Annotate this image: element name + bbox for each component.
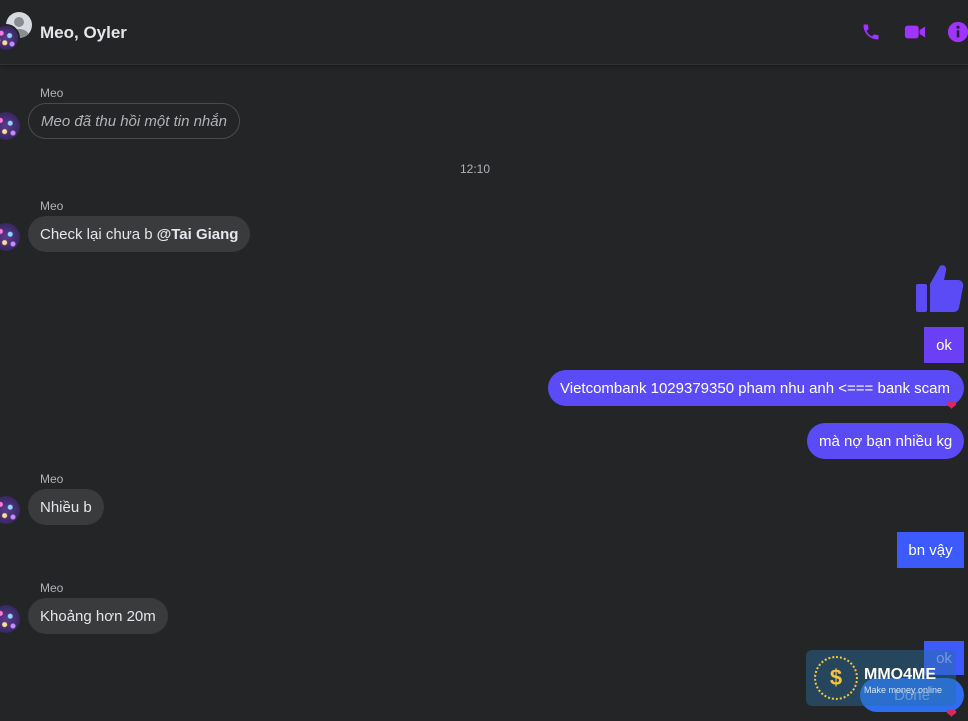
- group-avatar[interactable]: [0, 10, 34, 54]
- outgoing-message-bubble[interactable]: bn vậy: [897, 532, 964, 568]
- outgoing-message-bubble[interactable]: Vietcombank 1029379350 pham nhu anh <===…: [548, 370, 964, 406]
- incoming-message-bubble[interactable]: Khoảng hơn 20m: [28, 598, 168, 634]
- message-text: Check lại chưa b: [40, 225, 153, 243]
- conversation-title[interactable]: Meo, Oyler: [40, 23, 127, 43]
- sender-name: Meo: [40, 472, 64, 486]
- heart-reaction-icon[interactable]: ❤: [946, 707, 960, 721]
- phone-call-icon[interactable]: [859, 20, 883, 44]
- sender-name: Meo: [40, 86, 64, 100]
- sender-avatar[interactable]: [0, 112, 20, 140]
- incoming-message-bubble[interactable]: Check lại chưa b @Tai Giang: [28, 216, 251, 252]
- mention-tag[interactable]: @Tai Giang: [157, 226, 239, 243]
- chat-header: Meo, Oyler: [0, 0, 968, 65]
- sender-name: Meo: [40, 199, 64, 213]
- dollar-logo-icon: $: [814, 656, 858, 700]
- sender-name: Meo: [40, 581, 64, 595]
- heart-reaction-icon[interactable]: ❤: [946, 399, 960, 413]
- outgoing-message-bubble[interactable]: mà nợ bạn nhiều kg: [807, 423, 964, 459]
- sender-avatar[interactable]: [0, 223, 20, 251]
- outgoing-message-bubble[interactable]: ok: [924, 327, 964, 363]
- watermark-name: MMO4ME: [864, 666, 936, 683]
- thumbs-up-icon[interactable]: [914, 262, 966, 314]
- incoming-message-bubble[interactable]: Nhiều b: [28, 489, 104, 525]
- watermark-overlay: $ MMO4ME Make money online: [806, 650, 956, 706]
- messenger-chat-window: Meo, Oyler Meo Meo đã thu hồi một tin nh…: [0, 0, 968, 721]
- video-call-icon[interactable]: [903, 20, 927, 44]
- conversation-info-icon[interactable]: [946, 20, 968, 44]
- watermark-tagline: Make money online: [864, 685, 943, 695]
- sender-avatar[interactable]: [0, 605, 20, 633]
- unsent-message-bubble[interactable]: Meo đã thu hồi một tin nhắn: [28, 103, 240, 139]
- sender-avatar[interactable]: [0, 496, 20, 524]
- message-timestamp: 12:10: [459, 162, 491, 176]
